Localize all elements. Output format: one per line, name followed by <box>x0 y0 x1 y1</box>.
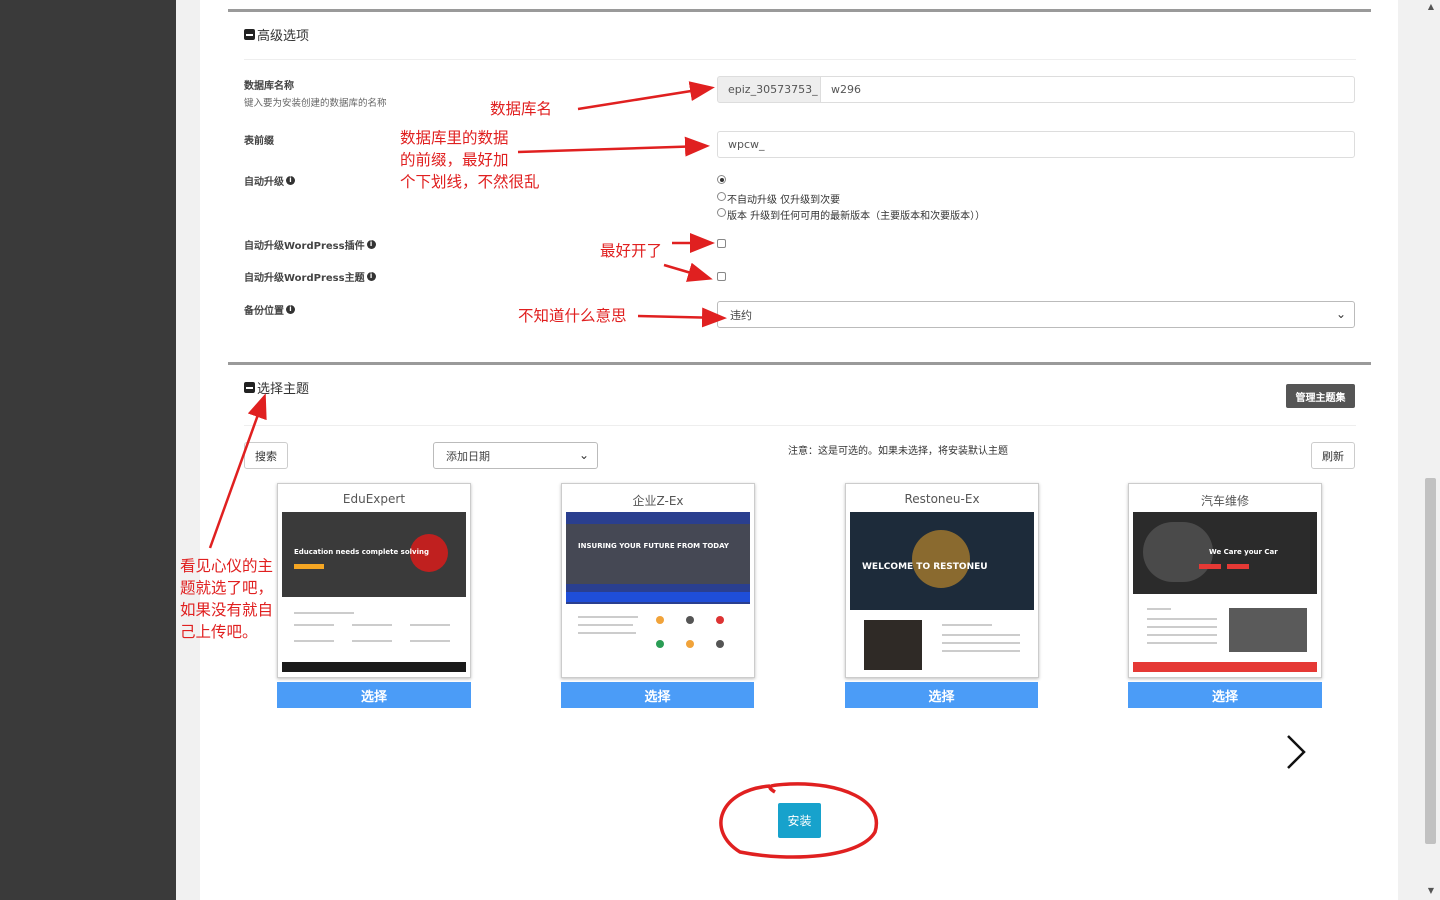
scroll-up-icon[interactable]: ▲ <box>1426 2 1436 11</box>
select-theme-button[interactable]: 选择 <box>277 682 471 708</box>
theme-thumbnail: We Care your Car <box>1133 512 1317 672</box>
db-name-input[interactable]: w296 <box>820 76 1355 103</box>
select-theme-toggle[interactable]: 选择主题 <box>244 378 309 397</box>
scrollbar-thumb[interactable] <box>1425 478 1436 844</box>
annotation-table-prefix-2: 的前缀，最好加 <box>400 151 509 169</box>
auto-upgrade-radio-default[interactable] <box>717 175 726 184</box>
select-theme-button[interactable]: 选择 <box>845 682 1038 708</box>
theme-card[interactable]: 汽车维修 We Care your Car <box>1128 483 1322 678</box>
next-page-arrow-icon[interactable] <box>1284 733 1314 771</box>
db-name-hint: 键入要为安装创建的数据库的名称 <box>244 98 387 109</box>
auto-upgrade-plugins-checkbox[interactable] <box>717 239 726 248</box>
install-button[interactable]: 安装 <box>778 803 821 838</box>
annotation-unknown: 不知道什么意思 <box>518 307 627 325</box>
auto-upgrade-themes-label: 自动升级WordPress主题 i <box>244 269 376 284</box>
db-prefix-addon: epiz_30573753_ <box>717 76 821 103</box>
table-prefix-input[interactable]: wpcw_ <box>717 131 1355 158</box>
annotation-table-prefix-1: 数据库里的数据 <box>400 129 509 147</box>
backup-location-select[interactable]: 违约 ⌄ <box>717 301 1355 328</box>
hero-text: Education needs complete solving <box>294 548 429 556</box>
auto-upgrade-radio-minor[interactable] <box>717 192 726 201</box>
table-prefix-label: 表前缀 <box>244 136 274 147</box>
annotation-theme-3: 如果没有就自 <box>180 601 274 619</box>
info-icon[interactable]: i <box>286 305 295 314</box>
theme-name: Restoneu-Ex <box>904 492 980 506</box>
select-theme-button[interactable]: 选择 <box>1128 682 1322 708</box>
theme-thumbnail: Education needs complete solving <box>282 512 466 672</box>
theme-thumbnail: WELCOME TO RESTONEU <box>850 512 1034 672</box>
collapse-icon <box>244 29 255 40</box>
auto-upgrade-major-text: 版本 升级到任何可用的最新版本（主要版本和次要版本）） <box>727 211 986 222</box>
info-icon[interactable]: i <box>366 240 376 249</box>
optional-note: 注意：这是可选的。如果未选择，将安装默认主题 <box>788 446 1008 457</box>
theme-card[interactable]: EduExpert Education needs complete solvi… <box>277 483 471 678</box>
auto-upgrade-radio-major[interactable] <box>717 208 726 217</box>
auto-upgrade-minor-text: 不自动升级 仅升级到次要 <box>727 195 841 206</box>
info-icon[interactable]: i <box>366 272 376 281</box>
annotation-theme-4: 己上传吧。 <box>180 623 258 641</box>
divider <box>244 425 1356 426</box>
collapse-icon <box>244 382 255 393</box>
theme-name: 汽车维修 <box>1200 494 1249 508</box>
search-button[interactable]: 搜索 <box>244 442 288 469</box>
auto-upgrade-plugins-label: 自动升级WordPress插件 i <box>244 237 376 252</box>
scroll-down-icon[interactable]: ▼ <box>1426 886 1436 895</box>
auto-upgrade-label: 自动升级 i <box>244 173 295 188</box>
theme-thumbnail: INSURING YOUR FUTURE FROM TODAY <box>566 512 750 672</box>
left-dark-panel <box>0 0 176 900</box>
refresh-button[interactable]: 刷新 <box>1311 442 1355 469</box>
backup-location-label: 备份位置 i <box>244 302 295 317</box>
info-icon[interactable]: i <box>286 176 295 185</box>
hero-text: INSURING YOUR FUTURE FROM TODAY <box>578 542 729 550</box>
advanced-options-toggle[interactable]: 高级选项 <box>244 25 309 44</box>
select-theme-button[interactable]: 选择 <box>561 682 754 708</box>
section-divider <box>228 9 1371 12</box>
hero-text: We Care your Car <box>1209 548 1278 556</box>
sort-select[interactable]: 添加日期 ⌄ <box>433 442 598 469</box>
section-divider <box>228 362 1371 365</box>
theme-name: EduExpert <box>342 492 406 506</box>
annotation-table-prefix-3: 个下划线，不然很乱 <box>400 173 540 191</box>
annotation-theme-1: 看见心仪的主 <box>180 557 274 575</box>
theme-name: 企业Z-Ex <box>632 494 684 508</box>
theme-card[interactable]: 企业Z-Ex INSURING YOUR FUTURE FROM TODAY <box>561 483 755 678</box>
hero-text: WELCOME TO RESTONEU <box>862 562 988 572</box>
manage-theme-sets-button[interactable]: 管理主题集 <box>1286 384 1355 408</box>
chevron-down-icon: ⌄ <box>578 448 589 462</box>
db-name-label: 数据库名称 <box>244 81 294 92</box>
divider <box>244 59 1356 60</box>
annotation-theme-2: 题就选了吧， <box>180 579 274 597</box>
annotation-best-on: 最好开了 <box>600 242 663 260</box>
chevron-down-icon: ⌄ <box>1335 307 1346 321</box>
theme-card[interactable]: Restoneu-Ex WELCOME TO RESTONEU <box>845 483 1039 678</box>
auto-upgrade-themes-checkbox[interactable] <box>717 272 726 281</box>
annotation-db-name: 数据库名 <box>490 100 553 118</box>
